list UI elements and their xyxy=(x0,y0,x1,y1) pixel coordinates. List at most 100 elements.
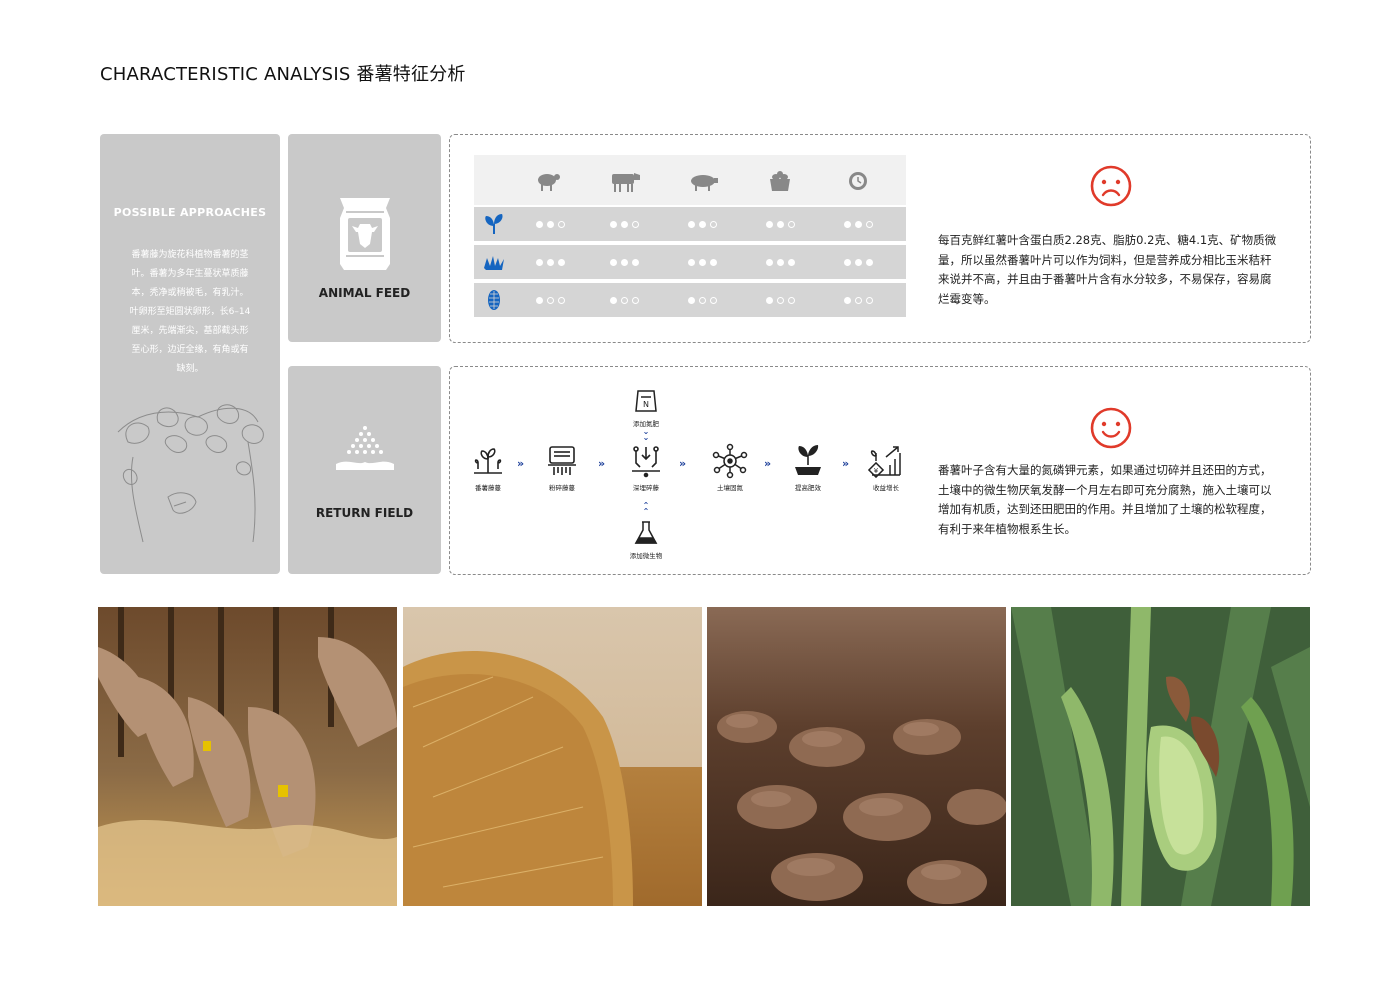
step-label: 番薯藤蔓 xyxy=(475,484,501,492)
animal-feed-analysis-text: 每百克鲜红薯叶含蛋白质2.28克、脂肪0.2克、糖4.1克、矿物质微量，所以虽然… xyxy=(938,233,1277,306)
flow-arrow: » xyxy=(764,457,771,470)
rating-dots xyxy=(688,259,728,267)
rating-dot-filled xyxy=(621,221,628,228)
rating-dot-filled xyxy=(777,259,784,266)
step-label: 添加微生物 xyxy=(629,552,663,560)
rating-dots xyxy=(536,221,576,229)
clock-icon xyxy=(849,172,867,190)
step-label: 收益增长 xyxy=(873,484,899,492)
approaches-heading: POSSIBLE APPROACHES xyxy=(113,206,267,219)
rating-dots xyxy=(844,297,884,305)
step-label: 深埋碎藤 xyxy=(633,484,659,492)
rating-dots xyxy=(766,221,806,229)
matrix-row xyxy=(474,207,906,241)
rating-dots xyxy=(610,221,650,229)
description-line: 叶卵形至矩圆状卵形，长6–14 xyxy=(129,307,251,317)
microbe-flask-icon xyxy=(634,521,658,544)
grass-icon xyxy=(484,256,504,270)
sprout-icon xyxy=(485,214,503,234)
step-label: 土壤固氮 xyxy=(717,484,743,492)
rating-dot-filled xyxy=(688,297,695,304)
process-step: 番薯藤蔓 xyxy=(460,443,516,492)
rating-dots xyxy=(610,297,650,305)
seedling-icon xyxy=(474,448,502,474)
rating-dot-filled xyxy=(844,221,851,228)
sweet-potato-vine-illustration xyxy=(117,404,264,543)
rating-dot-empty xyxy=(855,297,862,304)
rating-dot-filled xyxy=(699,259,706,266)
svg-text:N: N xyxy=(643,400,649,409)
rating-dot-filled xyxy=(855,221,862,228)
matrix-row xyxy=(474,245,906,279)
sad-face-icon xyxy=(1090,165,1132,207)
rating-dot-empty xyxy=(777,297,784,304)
rating-dots xyxy=(688,297,728,305)
return-field-panel: 番薯藤蔓 » 粉碎藤蔓 » N 添加氮肥 ⌄ ⌄ 深埋碎藤 ⌃ ⌃ 添加微生物 » … xyxy=(449,366,1311,575)
rating-dot-empty xyxy=(699,297,706,304)
process-step: ¥ 收益增长 xyxy=(858,443,914,492)
rating-dot-filled xyxy=(866,259,873,266)
process-step: 土壤固氮 xyxy=(702,443,758,492)
rating-dot-filled xyxy=(621,259,628,266)
possible-approaches-panel: POSSIBLE APPROACHES 番薯藤为旋花科植物番薯的茎 叶。番薯为多… xyxy=(100,134,280,574)
bury-icon xyxy=(632,446,660,478)
rating-dot-empty xyxy=(788,297,795,304)
soil-fertilizer-icon xyxy=(336,426,394,470)
rating-dots xyxy=(536,297,576,305)
rating-dot-filled xyxy=(610,297,617,304)
step-label: 提高肥效 xyxy=(795,484,821,492)
rating-dot-filled xyxy=(788,259,795,266)
flow-arrow: » xyxy=(842,457,849,470)
rating-dot-filled xyxy=(688,221,695,228)
return-field-analysis-text: 番薯叶子含有大量的氮磷钾元素，如果通过切碎并且还田的方式，土壤中的微生物厌氧发酵… xyxy=(938,463,1272,536)
rating-dot-filled xyxy=(536,297,543,304)
rating-dot-empty xyxy=(866,221,873,228)
rating-dot-filled xyxy=(547,259,554,266)
rating-dot-filled xyxy=(558,259,565,266)
flow-arrow: » xyxy=(517,457,524,470)
rating-dot-empty xyxy=(558,297,565,304)
rating-dot-filled xyxy=(632,259,639,266)
description-line: 叶。番薯为多年生蔓状草质藤 xyxy=(131,269,249,279)
happy-face-icon xyxy=(1090,407,1132,449)
rating-dot-empty xyxy=(632,297,639,304)
animal-feed-label: ANIMAL FEED xyxy=(318,286,411,300)
rating-dot-empty xyxy=(621,297,628,304)
shredder-icon xyxy=(548,446,576,475)
process-step: 粉碎藤蔓 xyxy=(534,443,590,492)
nitrogen-fertilizer-icon: N xyxy=(635,390,657,412)
process-step: 提高肥效 xyxy=(780,443,836,492)
feed-bag-icon xyxy=(340,198,390,270)
rating-dot-empty xyxy=(547,297,554,304)
rating-dots xyxy=(766,297,806,305)
rating-dot-empty xyxy=(866,297,873,304)
rating-dots xyxy=(844,221,884,229)
feed-value-matrix xyxy=(474,155,906,320)
molecule-icon xyxy=(712,443,748,479)
animal-feed-panel: 每百克鲜红薯叶含蛋白质2.28克、脂肪0.2克、糖4.1克、矿物质微量，所以虽然… xyxy=(449,134,1311,343)
flow-arrow-up: ⌃ ⌃ xyxy=(642,501,650,516)
corn-plant-photo xyxy=(1011,607,1310,906)
rating-dot-empty xyxy=(788,221,795,228)
rating-dot-empty xyxy=(632,221,639,228)
matrix-row xyxy=(474,283,906,317)
rating-dot-empty xyxy=(710,221,717,228)
rating-dot-filled xyxy=(844,297,851,304)
rating-dot-empty xyxy=(558,221,565,228)
rating-dot-empty xyxy=(710,297,717,304)
soil-photo xyxy=(707,607,1006,906)
rating-dots xyxy=(844,259,884,267)
page-title: CHARACTERISTIC ANALYSIS 番薯特征分析 xyxy=(100,64,466,85)
svg-text:¥: ¥ xyxy=(874,467,879,475)
matrix-header-row xyxy=(474,155,906,205)
process-step: 深埋碎藤 xyxy=(618,443,674,492)
rating-dots xyxy=(536,259,576,267)
rating-dot-filled xyxy=(699,221,706,228)
return-field-card: RETURN FIELD xyxy=(288,366,441,574)
description-line: 本，秃净或稍被毛，有乳汁。 xyxy=(131,288,249,298)
rating-dot-filled xyxy=(844,259,851,266)
description-line: 番薯藤为旋花科植物番薯的茎 xyxy=(131,250,249,260)
description-line: 至心形，边近全缘，有角或有 xyxy=(131,345,249,355)
rating-dots xyxy=(688,221,728,229)
flow-arrow-down: ⌄ ⌄ xyxy=(642,427,650,442)
